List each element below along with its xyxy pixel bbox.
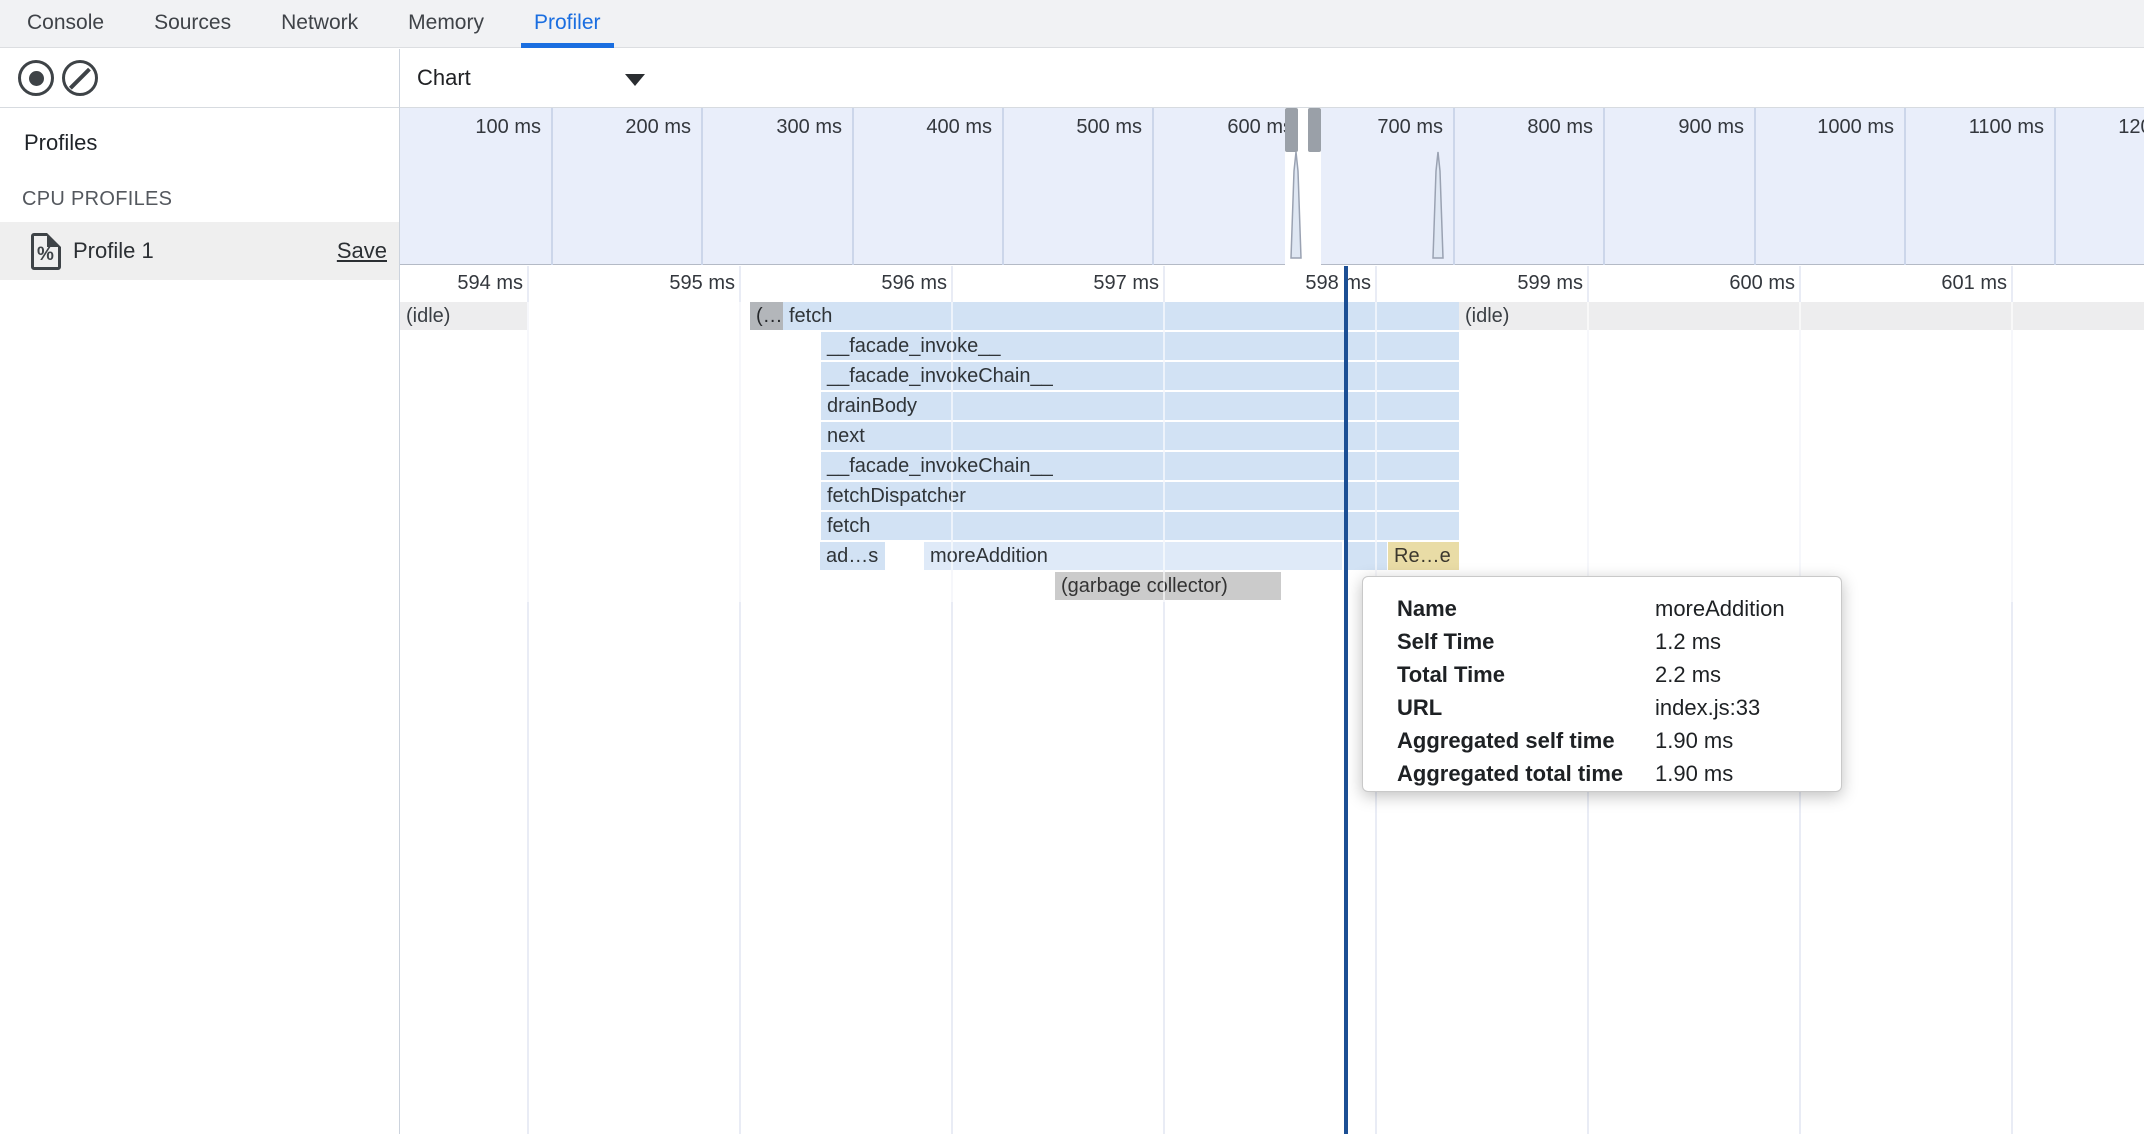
tooltip-label: Self Time [1397, 625, 1494, 658]
flame-bar-frame[interactable] [1348, 542, 1387, 570]
flame-bar-fetchdispatcher[interactable]: fetchDispatcher [821, 482, 1459, 510]
chevron-down-icon[interactable] [625, 74, 645, 86]
tooltip-value: 1.90 ms [1655, 757, 1733, 790]
ruler-tick-label: 597 ms [954, 272, 1159, 295]
overview-tick-label: 1200 ms [1990, 116, 2144, 139]
flame-bar-garbagecollector[interactable]: (garbage collector) [1055, 572, 1281, 600]
tooltip-label: Aggregated total time [1397, 757, 1623, 790]
tooltip-row: Name moreAddition [1363, 592, 1841, 625]
detail-gridline-overlay [739, 302, 741, 602]
profiles-title: Profiles [24, 130, 97, 156]
tooltip-label: Aggregated self time [1397, 724, 1615, 757]
profiles-sidebar: Profiles CPU PROFILES Profile 1 Save [0, 108, 400, 1134]
tab-profiler[interactable]: Profiler [521, 0, 614, 48]
cpu-activity-spike [1288, 151, 1304, 264]
ruler-tick-label: 599 ms [1378, 272, 1583, 295]
detail-gridline-overlay [951, 302, 953, 602]
flame-bar-next[interactable]: next [821, 422, 1459, 450]
selection-handle-right[interactable] [1308, 108, 1321, 152]
flame-bar-moreaddition[interactable]: moreAddition [924, 542, 1342, 570]
tooltip-label: Name [1397, 592, 1457, 625]
cpu-profiles-section-title: CPU PROFILES [22, 188, 172, 211]
tooltip-value: index.js:33 [1655, 691, 1760, 724]
ruler-tick-label: 594 ms [400, 272, 523, 295]
detail-gridline-overlay [1163, 302, 1165, 602]
tooltip-value: moreAddition [1655, 592, 1785, 625]
tooltip-row: Aggregated total time 1.90 ms [1363, 757, 1841, 790]
flame-bar-ads[interactable]: ad…s [820, 542, 885, 570]
ruler-tick-label: 598 ms [1166, 272, 1371, 295]
selection-handle-left[interactable] [1285, 108, 1298, 152]
profile-document-icon [31, 233, 61, 270]
flame-bar-fetch[interactable]: fetch [783, 302, 1459, 330]
tooltip-value: 1.90 ms [1655, 724, 1733, 757]
ruler-tick-label: 601 ms [1802, 272, 2007, 295]
detail-gridline-overlay [1375, 302, 1377, 602]
record-icon[interactable] [18, 60, 54, 96]
flame-bar-fetch[interactable]: fetch [821, 512, 1459, 540]
cpu-activity-spike [1430, 151, 1446, 264]
tooltip-label: URL [1397, 691, 1442, 724]
flame-bar-facadeinvokechain[interactable]: __facade_invokeChain__ [821, 452, 1459, 480]
tooltip-row: URL index.js:33 [1363, 691, 1841, 724]
tooltip-value: 2.2 ms [1655, 658, 1721, 691]
sidebar-item-profile-1[interactable]: Profile 1 Save [0, 222, 399, 280]
flame-bar-facadeinvokechain[interactable]: __facade_invokeChain__ [821, 362, 1459, 390]
flame-bar-frame[interactable]: (… [750, 302, 783, 330]
detail-gridline-overlay [1587, 302, 1589, 602]
tooltip-label: Total Time [1397, 658, 1505, 691]
ruler-tick-label: 600 ms [1590, 272, 1795, 295]
flame-bar-facadeinvoke[interactable]: __facade_invoke__ [821, 332, 1459, 360]
tab-memory[interactable]: Memory [395, 0, 497, 48]
tab-sources[interactable]: Sources [141, 0, 244, 48]
tooltip-value: 1.2 ms [1655, 625, 1721, 658]
timeline-overview[interactable]: 100 ms200 ms300 ms400 ms500 ms600 ms700 … [400, 108, 2144, 265]
ruler-tick-label: 595 ms [530, 272, 735, 295]
tab-console[interactable]: Console [14, 0, 117, 48]
flame-bar-ree[interactable]: Re…e [1388, 542, 1459, 570]
flame-bar-drainbody[interactable]: drainBody [821, 392, 1459, 420]
detail-gridline-overlay [527, 302, 529, 602]
flame-bar-idle[interactable]: (idle) [1459, 302, 2144, 330]
tooltip-row: Aggregated self time 1.90 ms [1363, 724, 1841, 757]
frame-tooltip: NamemoreAdditionSelf Time1.2 msTotal Tim… [1362, 576, 1842, 792]
view-mode-select[interactable]: Chart [417, 49, 471, 107]
clear-icon[interactable] [62, 60, 98, 96]
profiler-panel: Console Sources Network Memory Profiler Char… [0, 0, 2144, 1134]
devtools-tab-bar: Console Sources Network Memory Profiler [0, 0, 2144, 48]
profiler-sidebar-toolbar [0, 49, 400, 108]
detail-gridline-overlay [1799, 302, 1801, 602]
detail-gridline-overlay [2011, 302, 2013, 602]
ruler-tick-label: 596 ms [742, 272, 947, 295]
playhead-line[interactable] [1344, 266, 1348, 1134]
tab-network[interactable]: Network [268, 0, 371, 48]
profile-name: Profile 1 [73, 222, 154, 280]
flame-bar-idle[interactable]: (idle) [400, 302, 527, 330]
save-profile-link[interactable]: Save [337, 222, 387, 280]
tooltip-row: Total Time 2.2 ms [1363, 658, 1841, 691]
flame-chart-pane: 100 ms200 ms300 ms400 ms500 ms600 ms700 … [400, 108, 2144, 1134]
tooltip-row: Self Time 1.2 ms [1363, 625, 1841, 658]
profiler-view-toolbar: Chart [400, 49, 2144, 108]
